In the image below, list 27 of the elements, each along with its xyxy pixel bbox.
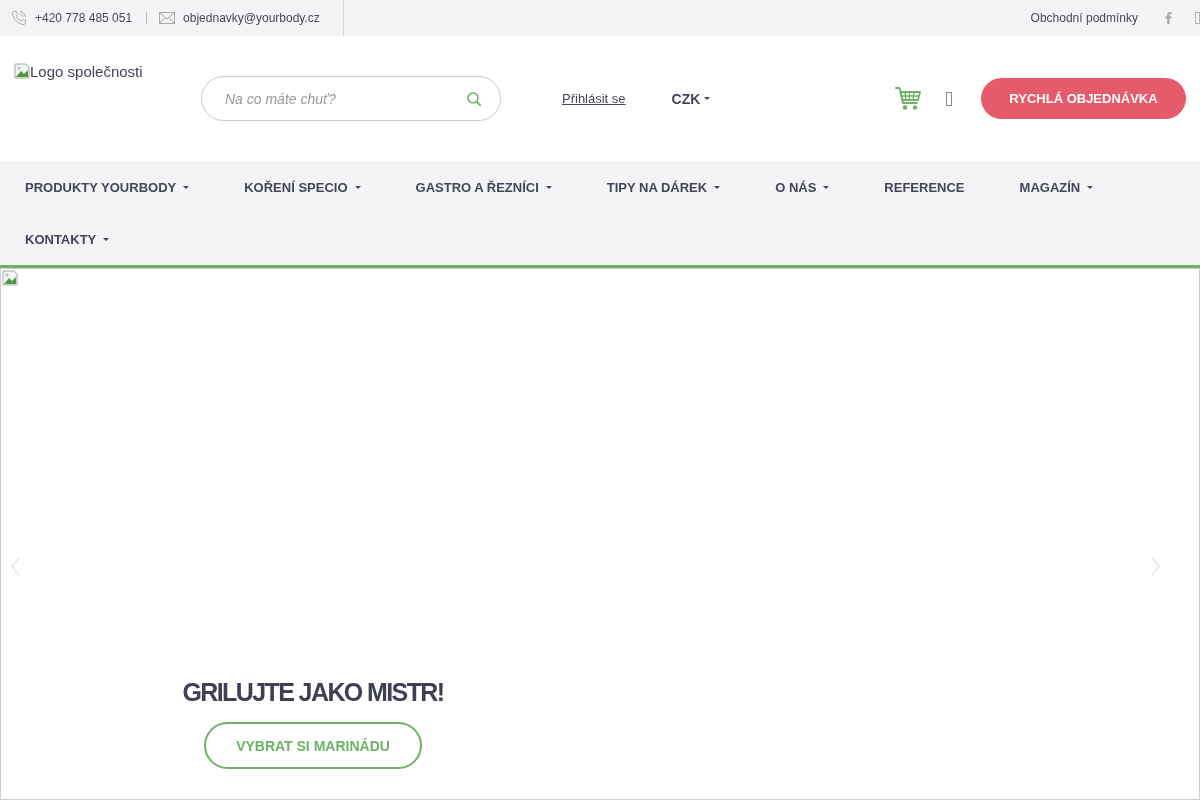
email-address: objednavky@yourbody.cz [183, 11, 320, 25]
phone-icon [11, 10, 27, 26]
menu-item[interactable]: REFERENCE [859, 161, 995, 213]
menu-item[interactable]: KOŘENÍ SPECIO [219, 161, 391, 213]
menu-item[interactable]: O NÁS [750, 161, 860, 213]
empty-box-icon[interactable] [1195, 12, 1200, 24]
chevron-right-icon[interactable] [1151, 557, 1160, 576]
menu-item[interactable]: KONTAKTY [0, 213, 140, 265]
menu-item[interactable]: GASTRO A ŘEZNÍCI [390, 161, 582, 213]
empty-box-icon[interactable] [946, 91, 952, 106]
search-field[interactable]: Na co máte chuť? [201, 76, 501, 121]
hero-title: GRILUJTE JAKO MISTR! [182, 677, 444, 708]
caret-icon [704, 97, 711, 100]
currency-dropdown[interactable]: CZK [671, 90, 711, 107]
terms-link[interactable]: Obchodní podmínky [1030, 11, 1138, 25]
logo-alt-text: Logo společnosti [30, 64, 143, 79]
menu-item[interactable]: PRODUKTY YOURBODY [0, 161, 220, 213]
broken-image-icon [14, 63, 30, 79]
envelope-icon [159, 12, 176, 24]
search-icon[interactable] [467, 92, 481, 106]
login-link[interactable]: Přihlásit se [562, 91, 626, 106]
chevron-left-icon[interactable] [11, 557, 20, 576]
facebook-icon[interactable] [1165, 12, 1172, 24]
phone-number: +420 778 485 051 [35, 11, 133, 25]
cart-icon[interactable] [895, 86, 921, 111]
menu-item[interactable]: TIPY NA DÁREK [581, 161, 751, 213]
menu-item[interactable]: MAGAZÍN [994, 161, 1124, 213]
